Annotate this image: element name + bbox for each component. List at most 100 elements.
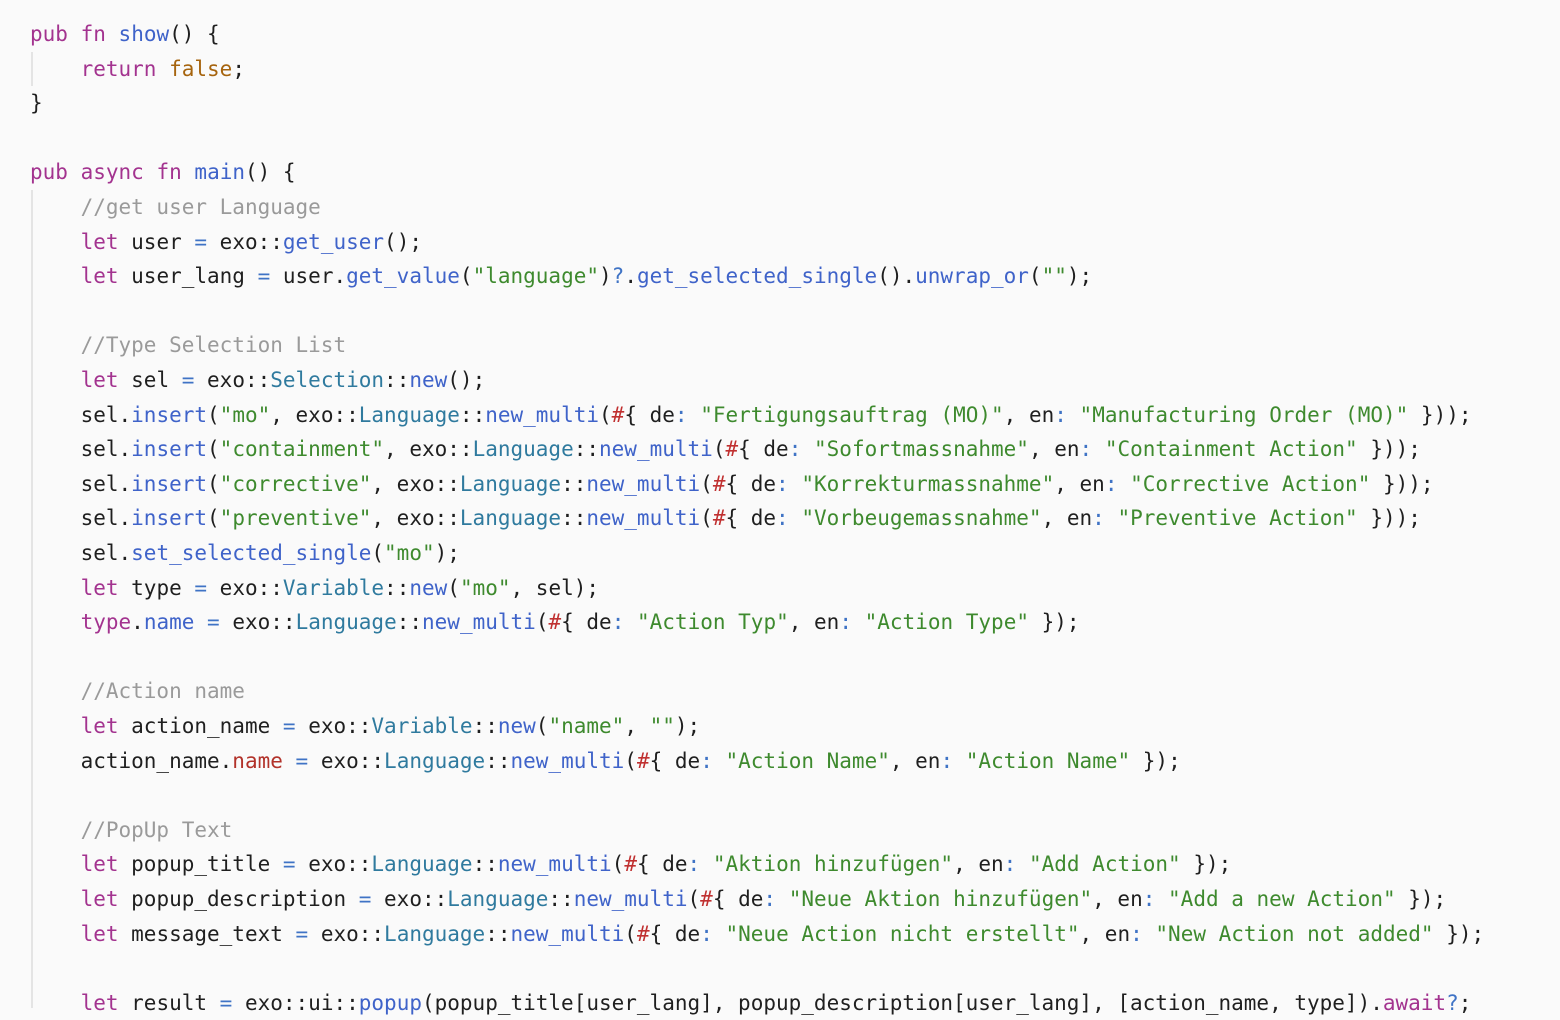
token-code-text: (); bbox=[447, 368, 486, 392]
token-function-name: new_multi bbox=[485, 402, 600, 427]
code-line[interactable]: let sel = exo::Selection::new(); bbox=[30, 363, 486, 397]
code-line[interactable]: sel.insert("containment", exo::Language:… bbox=[30, 432, 1421, 466]
code-line[interactable]: let user_lang = user.get_value("language… bbox=[30, 259, 1093, 293]
token-comment: //get user Language bbox=[80, 195, 321, 219]
code-line[interactable]: let user = exo::get_user(); bbox=[30, 225, 422, 259]
code-line[interactable]: } bbox=[30, 86, 43, 120]
code-line[interactable]: pub fn show() { bbox=[30, 17, 220, 51]
code-line[interactable]: //Type Selection List bbox=[30, 328, 347, 362]
code-line[interactable]: sel.set_selected_single("mo"); bbox=[30, 536, 460, 570]
code-line[interactable]: pub async fn main() { bbox=[30, 155, 296, 189]
token-operator: : bbox=[839, 610, 852, 635]
code-line[interactable]: let popup_title = exo::Language::new_mul… bbox=[30, 847, 1232, 881]
token-type-name: Variable bbox=[282, 575, 385, 600]
token-code-text: ( bbox=[535, 610, 549, 635]
token-type-name: Language bbox=[447, 887, 549, 911]
token-code-text: exo:: bbox=[371, 887, 448, 911]
token-code-text: ( bbox=[371, 541, 385, 565]
token-code-text: }); bbox=[1130, 748, 1181, 773]
code-line[interactable]: type.name = exo::Language::new_multi(#{ … bbox=[30, 605, 1080, 639]
token-string-literal: "" bbox=[649, 714, 675, 738]
token-code-text: ( bbox=[687, 887, 701, 911]
token-code-text: , en bbox=[1054, 471, 1105, 496]
token-operator: : bbox=[700, 748, 713, 773]
token-code-text: exo:: bbox=[295, 714, 372, 738]
code-line[interactable]: sel.insert("preventive", exo::Language::… bbox=[30, 501, 1421, 535]
token-string-literal: "corrective" bbox=[219, 471, 372, 496]
token-string-literal: "Sofortmassnahme" bbox=[814, 437, 1029, 462]
token-operator: = bbox=[219, 990, 233, 1015]
token-code-text: popup_title bbox=[118, 852, 283, 877]
token-code-text bbox=[700, 852, 713, 876]
token-code-text: ( bbox=[207, 471, 220, 496]
token-operator: = bbox=[295, 748, 309, 773]
code-line[interactable]: //Action name bbox=[30, 674, 245, 708]
token-code-text bbox=[30, 230, 81, 254]
token-string-literal: "Fertigungsauftrag (MO)" bbox=[700, 402, 1004, 427]
token-string-literal: "" bbox=[1041, 264, 1067, 289]
token-function-name: unwrap_or bbox=[915, 264, 1029, 289]
token-code-text: , en bbox=[1079, 921, 1131, 946]
token-code-text: })); bbox=[1357, 437, 1421, 462]
token-string-literal: "Aktion hinzufügen" bbox=[712, 852, 954, 877]
token-string-literal: "Corrective Action" bbox=[1130, 471, 1371, 496]
token-code-text: { de bbox=[712, 887, 764, 911]
token-code-text bbox=[30, 333, 81, 357]
token-code-text: , exo:: bbox=[371, 506, 460, 531]
token-function-name: new bbox=[409, 575, 448, 600]
code-editor[interactable]: pub fn show() { return false;} pub async … bbox=[0, 0, 1560, 1015]
token-code-text: :: bbox=[485, 921, 511, 946]
code-line[interactable]: //PopUp Text bbox=[30, 813, 233, 847]
code-line[interactable]: let result = exo::ui::popup(popup_title[… bbox=[30, 986, 1472, 1020]
token-code-text: , bbox=[624, 714, 650, 738]
token-code-text bbox=[283, 749, 296, 773]
token-code-text bbox=[30, 57, 81, 81]
token-operator: : bbox=[776, 471, 789, 496]
token-string-literal: "Korrekturmassnahme" bbox=[801, 471, 1055, 496]
token-string-literal: "Containment Action" bbox=[1104, 437, 1358, 462]
token-code-text bbox=[156, 57, 169, 81]
code-line[interactable]: //get user Language bbox=[30, 190, 321, 224]
code-line[interactable]: action_name.name = exo::Language::new_mu… bbox=[30, 744, 1181, 778]
token-function-name: new_multi bbox=[510, 748, 625, 773]
token-function-name: new_multi bbox=[510, 921, 625, 946]
token-code-text: :: bbox=[472, 714, 498, 738]
code-line[interactable]: let popup_description = exo::Language::n… bbox=[30, 882, 1447, 916]
token-keyword: return bbox=[80, 56, 157, 81]
code-line[interactable]: let message_text = exo::Language::new_mu… bbox=[30, 917, 1485, 951]
token-function-name: insert bbox=[131, 402, 208, 427]
code-line[interactable]: let action_name = exo::Variable::new("na… bbox=[30, 709, 701, 743]
token-code-text: } bbox=[30, 91, 43, 116]
token-keyword: let bbox=[80, 852, 119, 877]
code-line[interactable]: return false; bbox=[30, 52, 245, 86]
token-code-text: :: bbox=[561, 506, 587, 531]
token-type-name: Language bbox=[459, 471, 562, 496]
token-literal: false bbox=[169, 56, 233, 81]
token-code-text bbox=[624, 610, 637, 634]
token-code-text: :: bbox=[548, 887, 574, 911]
code-line[interactable]: let type = exo::Variable::new("mo", sel)… bbox=[30, 571, 599, 605]
token-code-text bbox=[30, 887, 81, 911]
token-code-text bbox=[144, 160, 157, 184]
token-code-text bbox=[789, 472, 802, 496]
token-function-name: new bbox=[409, 368, 448, 392]
token-function-name: popup bbox=[358, 990, 422, 1015]
token-code-text: ) bbox=[599, 264, 612, 289]
token-code-text: })); bbox=[1370, 471, 1434, 496]
token-macro-sigil: # bbox=[611, 402, 625, 427]
code-line[interactable]: sel.insert("mo", exo::Language::new_mult… bbox=[30, 398, 1472, 432]
token-operator: = bbox=[207, 610, 220, 635]
token-code-text: }); bbox=[1433, 921, 1485, 946]
token-code-text: action_name bbox=[118, 714, 283, 738]
token-code-text: , en bbox=[953, 852, 1004, 877]
token-code-text: :: bbox=[472, 852, 498, 877]
token-function-name: new_multi bbox=[422, 610, 536, 635]
token-code-text bbox=[30, 576, 81, 600]
code-line[interactable]: sel.insert("corrective", exo::Language::… bbox=[30, 467, 1434, 501]
token-string-literal: "name" bbox=[548, 714, 625, 738]
token-keyword: type bbox=[80, 610, 132, 635]
token-keyword: let bbox=[80, 264, 119, 289]
token-code-text bbox=[194, 610, 207, 634]
token-code-text: , sel); bbox=[510, 575, 600, 600]
token-code-text: exo:: bbox=[219, 610, 296, 635]
